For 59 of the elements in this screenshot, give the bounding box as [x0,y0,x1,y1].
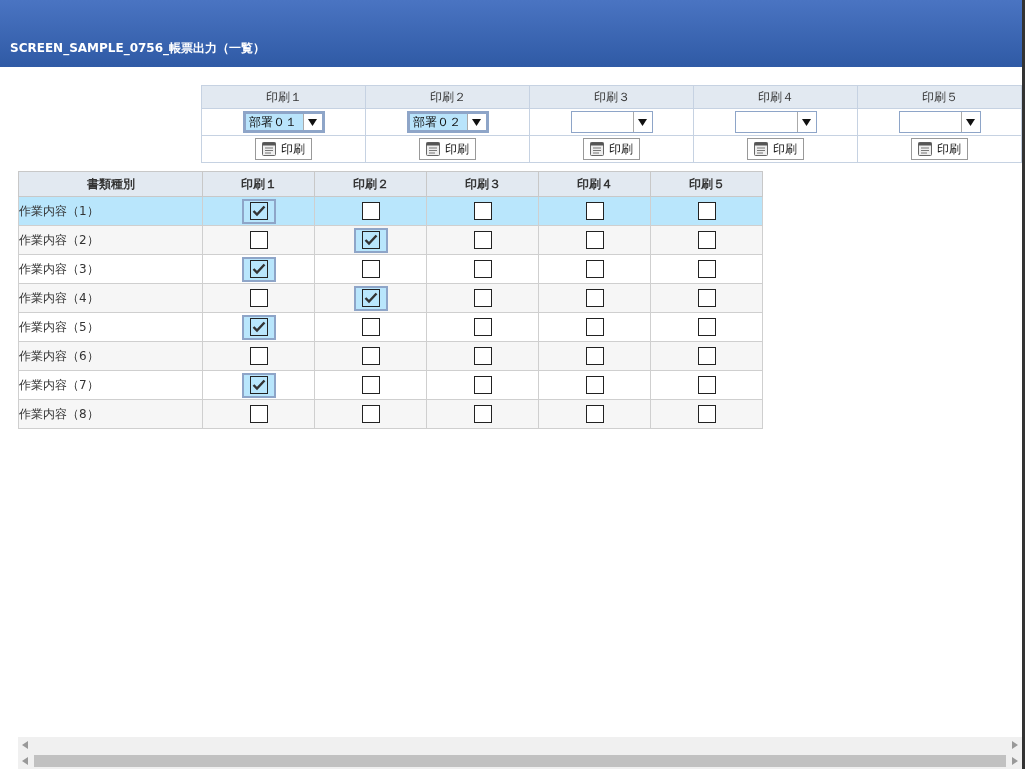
checkbox[interactable] [241,314,276,340]
window-title: SCREEN_SAMPLE_0756_帳票出力（一覧） [10,40,266,57]
dropdown-arrow-icon [638,118,647,126]
document-type: 作業内容（4） [19,289,100,307]
checkbox[interactable] [241,198,276,224]
print-button[interactable]: 印刷 [255,138,312,160]
department-select[interactable]: 部署０１ [242,111,325,133]
column-header: 印刷１ [201,85,366,109]
print-button[interactable]: 印刷 [583,138,640,160]
column-header: 印刷４ [538,171,651,197]
table-row[interactable]: 作業内容（7） [18,370,763,400]
table-row[interactable]: 作業内容（5） [18,312,763,342]
checkbox[interactable] [241,256,276,282]
document-icon [754,142,768,156]
document-type: 作業内容（8） [19,405,100,423]
column-header: 印刷２ [365,85,530,109]
column-header: 印刷２ [314,171,427,197]
document-type: 作業内容（2） [19,231,100,249]
print-button[interactable]: 印刷 [747,138,804,160]
department-select[interactable]: 部署０２ [406,111,489,133]
column-header: 印刷３ [529,85,694,109]
column-header: 印刷３ [426,171,539,197]
dropdown-arrow-icon [802,118,811,126]
table-row[interactable]: 作業内容（8） [18,399,763,429]
document-type: 作業内容（6） [19,347,100,365]
checkmark-icon [251,205,266,217]
checkbox[interactable] [353,285,388,311]
scrollbar[interactable] [18,753,1022,769]
document-icon [590,142,604,156]
table-row[interactable]: 作業内容（1） [18,196,763,226]
table-row[interactable]: 作業内容（3） [18,254,763,284]
dropdown-arrow-icon [308,118,317,126]
print-button[interactable]: 印刷 [419,138,476,160]
checkmark-icon [251,263,266,275]
checkbox[interactable] [241,372,276,398]
checkmark-icon [251,321,266,333]
print-button[interactable]: 印刷 [911,138,968,160]
document-icon [426,142,440,156]
column-header: 印刷５ [857,85,1022,109]
column-header: 書類種別 [18,171,203,197]
document-icon [262,142,276,156]
checkmark-icon [251,379,266,391]
table-row[interactable]: 作業内容（6） [18,341,763,371]
scrollbar-thumb[interactable] [34,755,1006,767]
checkbox[interactable] [353,227,388,253]
document-type: 作業内容（5） [19,318,100,336]
table-row[interactable]: 作業内容（4） [18,283,763,313]
checkmark-icon [363,292,378,304]
checkmark-icon [363,234,378,246]
column-header: 印刷１ [202,171,315,197]
document-type: 作業内容（7） [19,376,100,394]
document-type: 作業内容（3） [19,260,100,278]
column-header: 印刷４ [693,85,858,109]
column-header: 印刷５ [650,171,763,197]
document-type: 作業内容（1） [19,202,100,220]
dropdown-arrow-icon [472,118,481,126]
table-row[interactable]: 作業内容（2） [18,225,763,255]
dropdown-arrow-icon [966,118,975,126]
document-icon [918,142,932,156]
